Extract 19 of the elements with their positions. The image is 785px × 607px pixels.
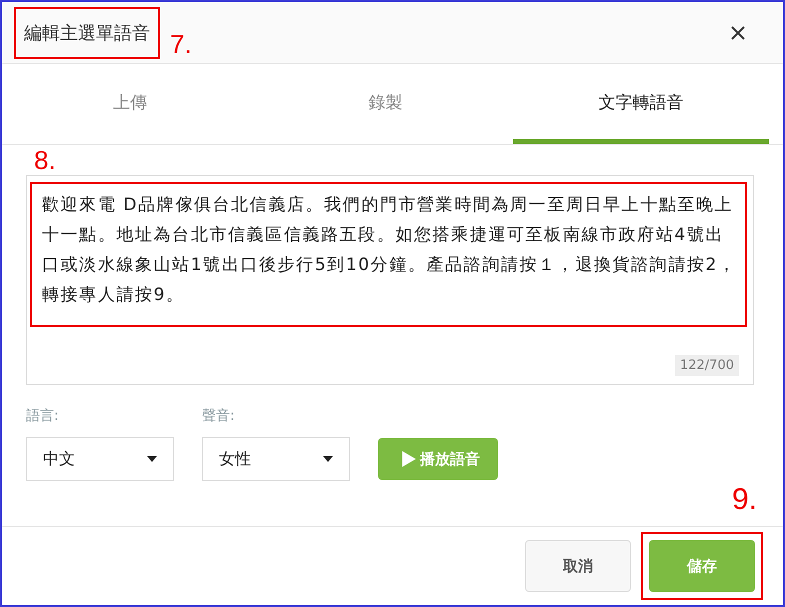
dropdown[interactable]: 中文 xyxy=(26,437,174,481)
field-label: 語言: xyxy=(26,407,60,425)
dropdown[interactable]: 女性 xyxy=(202,437,350,481)
play-icon xyxy=(402,451,416,467)
caret-icon xyxy=(147,456,157,462)
cancel-button[interactable]: 取消 xyxy=(525,540,631,592)
caret-icon xyxy=(323,456,333,462)
field-label: 聲音: xyxy=(202,407,236,425)
tab[interactable]: 錄製 xyxy=(258,64,514,144)
character-counter: 122/700 xyxy=(674,355,739,376)
annotation-number: 8. xyxy=(34,145,57,175)
annotation-number: 7. xyxy=(170,29,192,60)
tab[interactable]: 上傳 xyxy=(2,64,258,144)
annotation-number: 9. xyxy=(732,483,757,517)
text-input-field[interactable]: 歡迎來電 D品牌傢俱台北信義店。我們的門市營業時間為周一至周日早上十點至晚上十一點。地址為台北市信義區信義路五段。如您搭乘捷運可至板南線市政府站4號出口或淡水線象山站1號出口後步行5到10分鐘。產品諮詢請按１，退換貨諮詢請按2，轉接專人請按9。 122/700 xyxy=(26,175,754,385)
tab[interactable]: 文字轉語音 xyxy=(513,64,770,144)
close-icon[interactable] xyxy=(731,26,745,40)
dialog-title: 編輯主選單語音 xyxy=(14,6,160,58)
speech-text: 歡迎來電 D品牌傢俱台北信義店。我們的門市營業時間為周一至周日早上十點至晚上十一點。地址為台北市信義區信義路五段。如您搭乘捷運可至板南線市政府站4號出口或淡水線象山站1號出口後步行5到10分鐘。產品諮詢請按１，退換貨諮詢請按2，轉接專人請按9。 xyxy=(30,182,747,327)
